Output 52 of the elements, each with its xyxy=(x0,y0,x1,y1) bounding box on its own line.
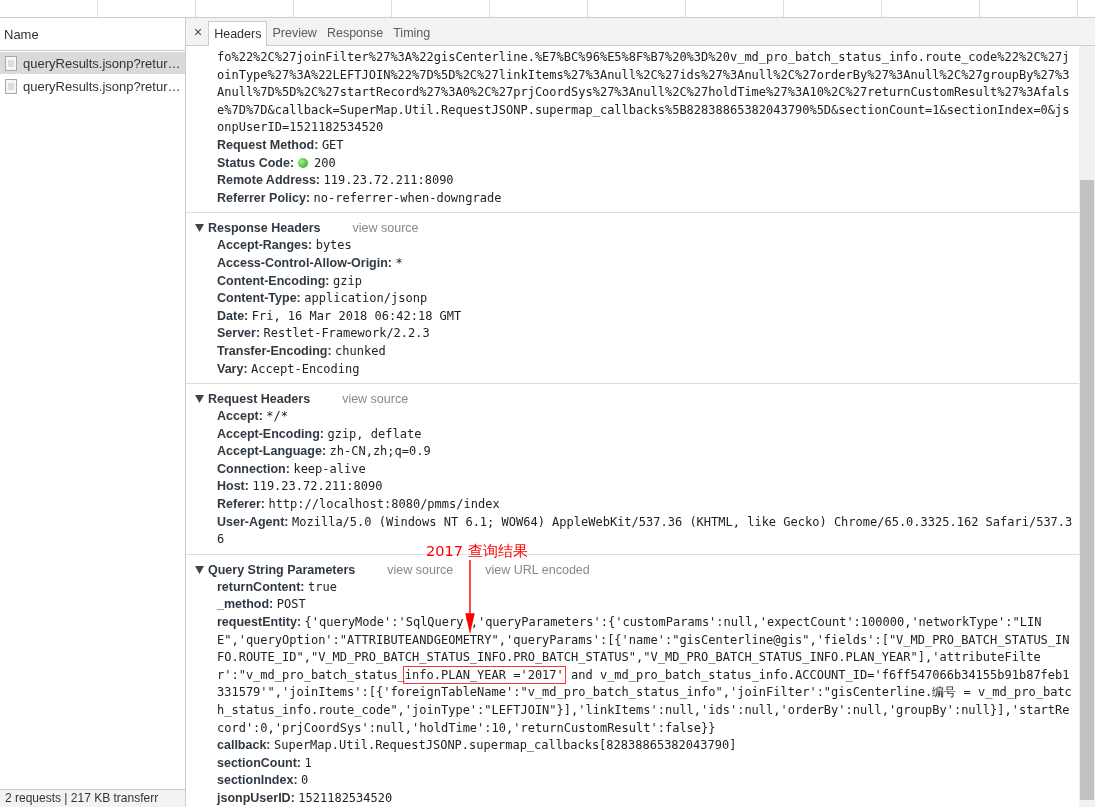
section-title[interactable]: Request Headers xyxy=(208,392,311,407)
collapse-triangle-icon[interactable] xyxy=(195,565,204,574)
field-value: 119.23.72.211:8090 xyxy=(323,173,454,188)
close-button[interactable]: × xyxy=(188,21,209,42)
field-label: Remote Address: xyxy=(217,173,321,188)
header-field: _method: POST xyxy=(217,596,1073,615)
field-label: Request Method: xyxy=(217,137,319,152)
field-value: GET xyxy=(321,137,344,152)
header-field: jsonpUserID: 1521182534520 xyxy=(217,789,1073,807)
file-icon xyxy=(5,78,17,94)
column-header[interactable]: Name xyxy=(4,26,39,42)
tab[interactable]: Preview xyxy=(267,20,322,45)
view-source-link[interactable]: view source xyxy=(352,221,419,236)
collapse-triangle-icon[interactable] xyxy=(195,395,204,404)
tab[interactable]: Headers xyxy=(208,21,268,46)
section-title[interactable]: Response Headers xyxy=(208,221,321,236)
header-field: Server: Restlet-Framework/2.2.3 xyxy=(217,325,1073,343)
header-field: Referer: http://localhost:8080/pmms/index xyxy=(217,496,1073,514)
header-field: Content-Encoding: gzip xyxy=(217,272,1073,291)
view-source-link[interactable]: view URL encoded xyxy=(485,562,590,577)
tab[interactable]: Timing xyxy=(388,20,436,45)
header-field: Content-Type: application/jsonp xyxy=(217,290,1073,308)
header-field: Accept: */* xyxy=(217,408,1073,426)
scrollbar-thumb[interactable] xyxy=(1080,180,1094,800)
file-icon xyxy=(5,55,17,71)
header-field: callback: SuperMap.Util.RequestJSONP.supermap_callbacks[82838865382043790] xyxy=(217,737,1073,755)
header-field: sectionIndex: 0 xyxy=(217,772,1073,790)
request-row[interactable]: queryResults.jsonp?retur… xyxy=(0,75,185,97)
header-field: Accept-Encoding: gzip, deflate xyxy=(217,425,1073,444)
field-value: 200 xyxy=(314,155,336,170)
view-source-link[interactable]: view source xyxy=(342,392,409,407)
collapse-triangle-icon[interactable] xyxy=(195,224,204,233)
header-field: Transfer-Encoding: chunked xyxy=(217,342,1073,361)
header-field: sectionCount: 1 xyxy=(217,754,1073,773)
field-value: no-referrer-when-downgrade xyxy=(313,190,502,205)
header-field: Connection: keep-alive xyxy=(217,460,1073,479)
field-label: Referrer Policy: xyxy=(217,190,311,205)
header-field: Host: 119.23.72.211:8090 xyxy=(217,478,1073,497)
view-source-link[interactable]: view source xyxy=(387,562,454,577)
status-bar: 2 requests | 217 KB transferr xyxy=(0,789,185,807)
header-field: Date: Fri, 16 Mar 2018 06:42:18 GMT xyxy=(217,307,1073,326)
tab[interactable]: Response xyxy=(321,20,389,45)
section-title[interactable]: Query String Parameters xyxy=(208,562,356,577)
header-field: Accept-Language: zh-CN,zh;q=0.9 xyxy=(217,443,1073,461)
field-label: Status Code: xyxy=(217,155,295,170)
request-url-text: fo%22%2C%27joinFilter%27%3A%22gisCenterline.%E7%BC%96%E5%8F%B7%20%3D%20v_md_pro_batch_status_info.route_code%22%2C%27joinType%27%3A%22LEFTJOIN%22%7D%5D%2C%27linkItems%27%3Anull%2C%27ids%27%3Anull%2C%27orderBy%27%3Anull%2C%27groupBy%27%3Anull%7D%5D%2C%27startRecord%27%3A0%2C%27prjCoordSys%27%3Anull%2C%27holdTime%27%3A10%2C%27returnCustomResult%27%3Afalse%7D%7D&callback=SuperMap.Util.RequestJSONP.supermap_callbacks%5B82838865382043790%5D&sectionCount=1&sectionIndex=0&jsonpUserID=1521182534520 xyxy=(217,49,1071,137)
header-field: Vary: Accept-Encoding xyxy=(217,360,1073,379)
header-field: returnContent: true xyxy=(217,578,1073,597)
header-field: Access-Control-Allow-Origin: * xyxy=(217,254,1073,273)
status-dot-icon xyxy=(297,157,308,168)
request-row[interactable]: queryResults.jsonp?retur… xyxy=(0,52,185,74)
header-field: Accept-Ranges: bytes xyxy=(217,237,1073,255)
